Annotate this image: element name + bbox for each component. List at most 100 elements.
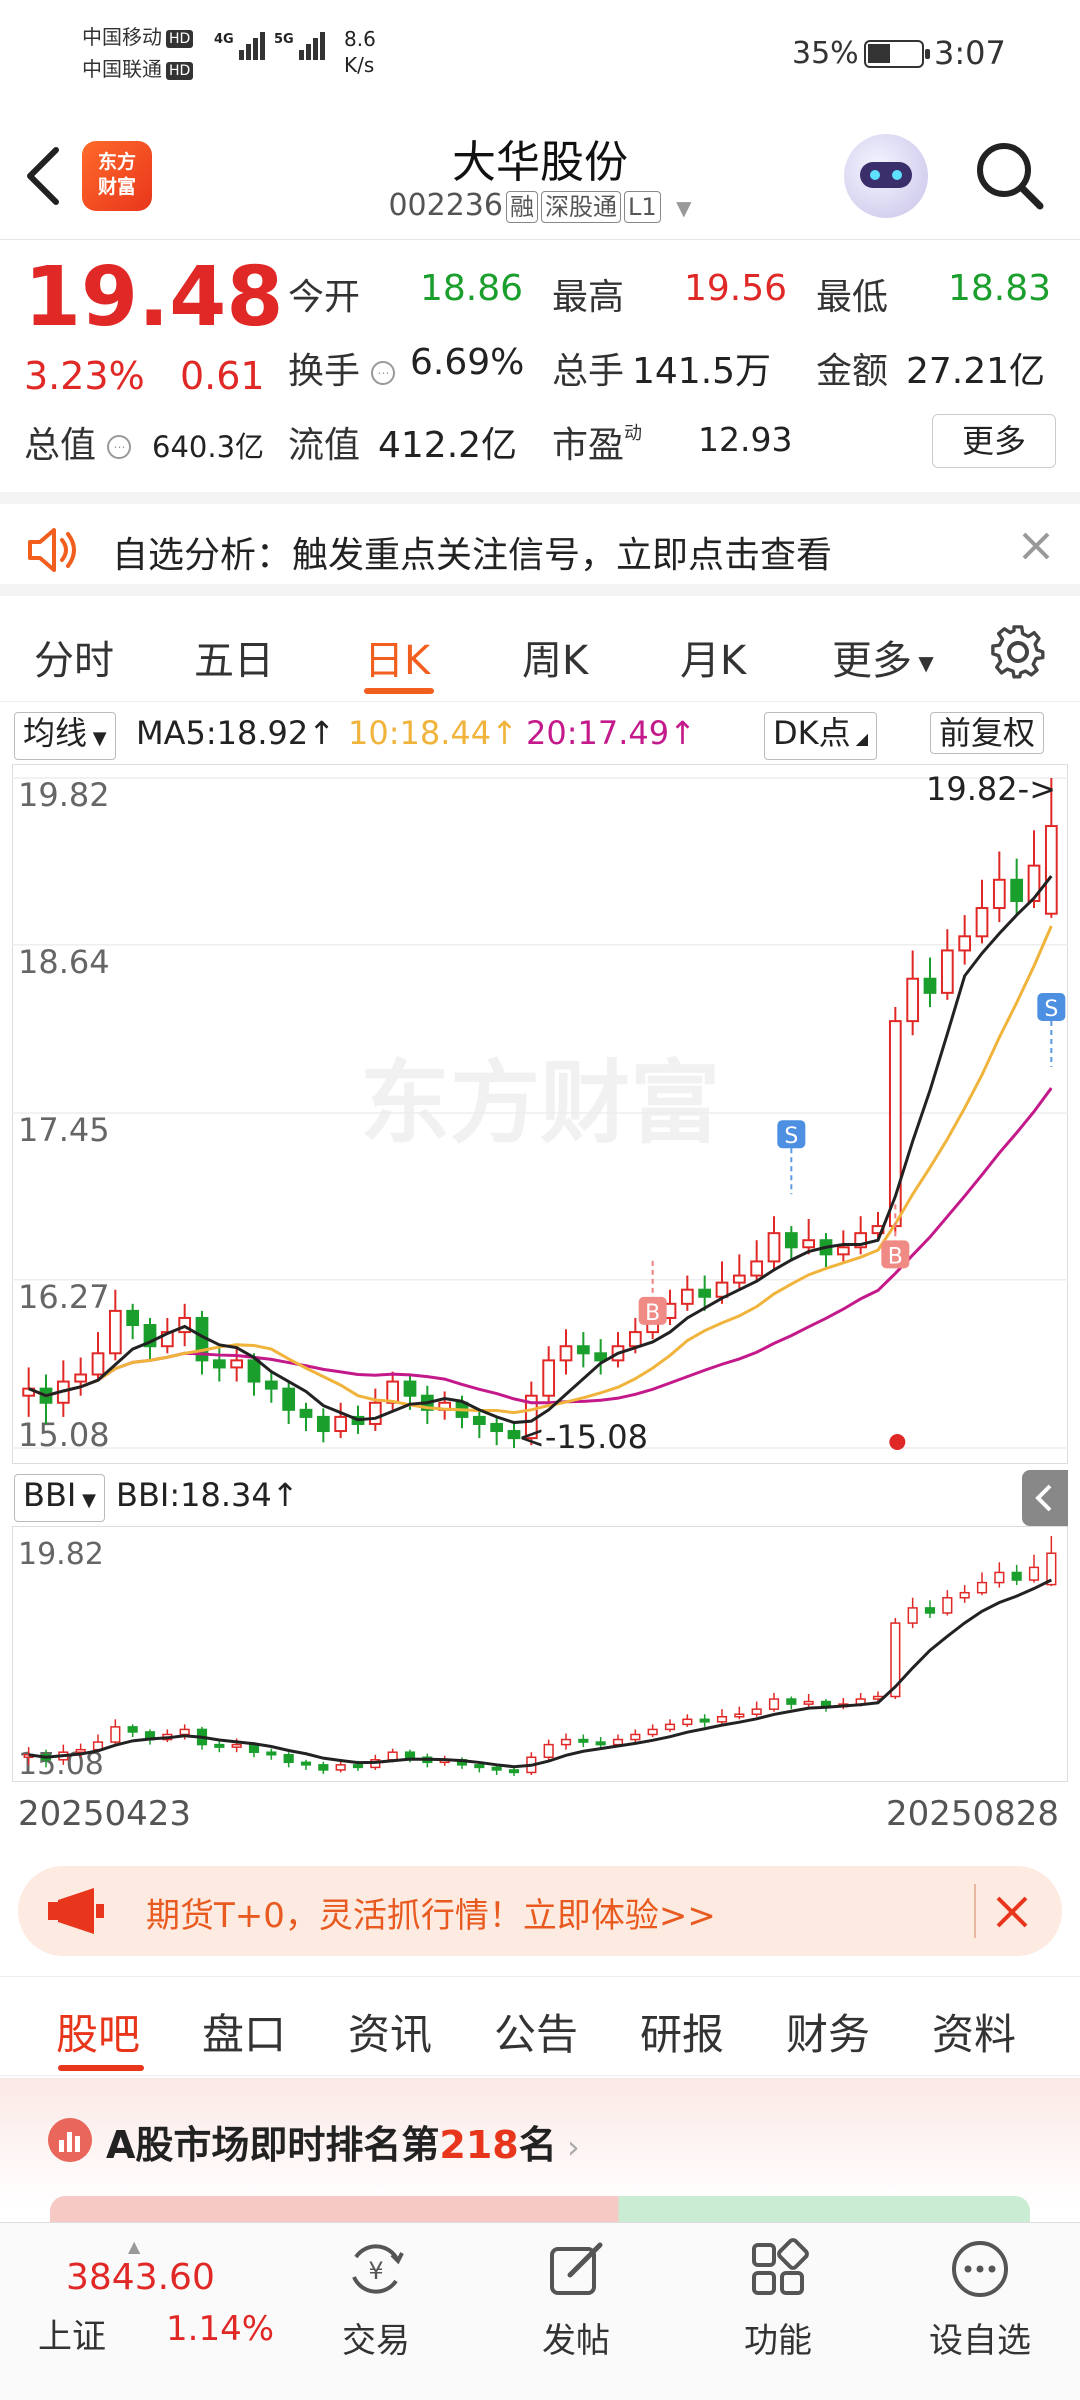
candle-body [283, 1753, 294, 1764]
candle-body [836, 1246, 850, 1256]
volume-label: 总手 [552, 351, 625, 392]
chart-settings-button[interactable] [990, 624, 1046, 680]
candle-body [508, 1769, 520, 1774]
candle-body [352, 1764, 364, 1769]
high-label: 最高 [552, 277, 625, 318]
candle-body [230, 1359, 244, 1369]
chart-frame [12, 1526, 1068, 1782]
nav-functions-label: 功能 [744, 2321, 812, 2361]
nav-trade[interactable]: ¥ 交易 [296, 2237, 456, 2362]
tab-intraday[interactable]: 分时 [34, 628, 114, 686]
candle-body [299, 1408, 313, 1418]
signal-dot [889, 1434, 906, 1450]
period-tabs: 分时 五日 日K 周K 月K 更多 ▼ [0, 606, 1080, 702]
futures-promo-banner[interactable]: 期货T+0，灵活抓行情！立即体验>> [18, 1866, 1062, 1956]
tab-announcements[interactable]: 公告 [494, 2001, 578, 2062]
tab-research[interactable]: 研报 [640, 2001, 724, 2062]
nav-post-label: 发帖 [542, 2321, 610, 2361]
change-amount: 0.61 [180, 354, 265, 398]
alert-text: 自选分析：触发重点关注信号，立即点击查看 [112, 535, 833, 576]
info-icon[interactable]: ⋯ [371, 361, 396, 385]
index-name: 上证 [38, 2317, 106, 2357]
candle-body [490, 1422, 504, 1433]
nav-functions[interactable]: 功能 [698, 2237, 858, 2362]
search-icon [977, 143, 1044, 210]
marker-label: S [1044, 997, 1058, 1022]
last-price: 19.48 [24, 250, 284, 345]
indicator-selector[interactable]: BBI ▼ [14, 1474, 105, 1522]
signal-5g-icon: 5G [274, 32, 327, 60]
expand-up-icon: ▲ [128, 2237, 141, 2256]
dropdown-arrow-icon: ▼ [912, 651, 934, 675]
tab-order-book[interactable]: 盘口 [202, 2001, 286, 2062]
ma-selector[interactable]: 均线 ▼ [14, 712, 116, 760]
tab-finance[interactable]: 财务 [786, 2001, 870, 2062]
content-tabs: 股吧 盘口 资讯 公告 研报 财务 资料 [0, 1976, 1080, 2076]
y-tick-label: 19.82 [18, 776, 110, 814]
tab-more[interactable]: 更多 ▼ [832, 628, 934, 686]
candle-body [699, 1718, 710, 1723]
tab-weekly-k[interactable]: 周K [522, 628, 588, 686]
candle-body [716, 1716, 728, 1723]
candle-body [282, 1387, 296, 1411]
tab-news[interactable]: 资讯 [348, 2001, 432, 2062]
network-speed: 8.6 K/s [344, 27, 376, 77]
candle-body [387, 1751, 398, 1761]
candle-body [698, 1288, 712, 1298]
candle-body [768, 1698, 780, 1710]
candle-body [300, 1761, 312, 1766]
robot-assistant-icon[interactable] [844, 134, 928, 218]
info-icon[interactable]: ⋯ [107, 435, 132, 459]
quote-panel: 19.48 3.23% 0.61 今开 18.86 最高 19.56 最低 18… [0, 240, 1080, 490]
bottom-navigation: ▲ 3843.60 上证 1.14% ¥ 交易 发帖 功能 设自选 [0, 2222, 1080, 2400]
bbi-value: BBI:18.34↑ [116, 1476, 299, 1514]
nav-add-watchlist[interactable]: 设自选 [900, 2237, 1060, 2362]
bbi-chart[interactable]: 19.8215.08 [12, 1526, 1068, 1782]
edit-icon [550, 2242, 603, 2295]
active-tab-indicator [364, 688, 434, 694]
open-label: 今开 [288, 277, 361, 318]
candle-body [802, 1239, 816, 1249]
dk-point-toggle[interactable]: DK点 ◢ [764, 712, 878, 760]
tab-monthly-k[interactable]: 月K [680, 628, 746, 686]
search-button[interactable] [972, 138, 1048, 214]
tab-daily-k[interactable]: 日K [364, 628, 430, 686]
candle-body [91, 1352, 105, 1376]
candle-body [1011, 1571, 1022, 1581]
candle-body [212, 1359, 226, 1369]
tab-profile[interactable]: 资料 [932, 2001, 1016, 2062]
candle-body [335, 1764, 346, 1771]
clock: 3:07 [934, 34, 1006, 72]
candle-body [682, 1718, 693, 1726]
x-start-date: 20250423 [18, 1794, 192, 1834]
collapse-panel-button[interactable] [1022, 1470, 1068, 1526]
candle-body [578, 1738, 589, 1743]
candle-body [628, 1331, 642, 1348]
y-tick-label: 15.08 [18, 1416, 110, 1454]
candle-body [942, 1597, 953, 1614]
close-icon [996, 1896, 1028, 1928]
tab-forum[interactable]: 股吧 [56, 2001, 140, 2062]
candle-body [1044, 825, 1058, 915]
candle-body [630, 1733, 641, 1741]
candle-body [316, 1415, 330, 1433]
candle-body [803, 1700, 814, 1705]
kline-chart[interactable]: 东方财富 19.82 18.64 17.45 16.27 15.08 19.82-> <-15… [12, 764, 1068, 1464]
yuan-exchange-icon: ¥ [352, 2244, 404, 2294]
candle-body [923, 977, 937, 994]
speaker-icon [28, 528, 76, 572]
more-quote-button[interactable]: 更多 [932, 414, 1056, 468]
candle-body [74, 1373, 88, 1383]
market-rank-panel[interactable]: A股市场即时排名第218名 › [0, 2078, 1080, 2226]
tab-five-day[interactable]: 五日 [194, 628, 274, 686]
signal-alert-banner[interactable]: 自选分析：触发重点关注信号，立即点击查看 [0, 492, 1080, 596]
candle-body [907, 1607, 918, 1624]
candle-body [594, 1352, 608, 1362]
close-promo-button[interactable] [990, 1890, 1034, 1934]
candle-body [994, 1571, 1005, 1584]
level-tag: L1 [623, 191, 661, 223]
close-alert-button[interactable] [1016, 526, 1056, 566]
candle-body [542, 1359, 556, 1397]
nav-post[interactable]: 发帖 [496, 2237, 656, 2362]
adjust-selector[interactable]: 前复权 [930, 712, 1045, 754]
